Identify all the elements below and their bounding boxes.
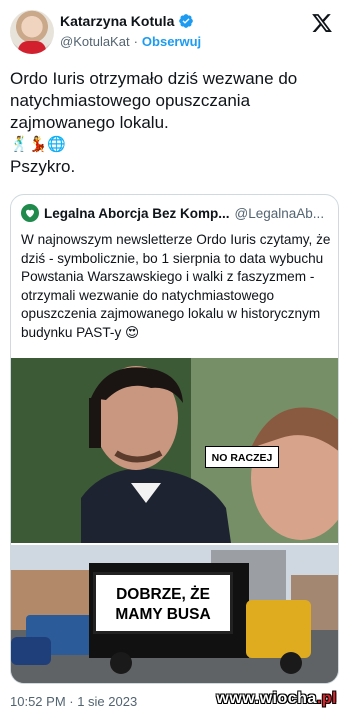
meme-image[interactable]: NO RACZEJ DOBRZE, ŻE MAMY BUSA: [11, 358, 338, 683]
meme-panel-top: NO RACZEJ: [11, 358, 338, 543]
author-handle-row: @KotulaKat · Obserwuj: [60, 34, 201, 49]
x-logo-icon[interactable]: [311, 12, 333, 34]
heart-icon: [26, 209, 34, 218]
meme-label-bottom-line1: DOBRZE, ŻE: [116, 586, 210, 603]
author-name[interactable]: Katarzyna Kotula: [60, 13, 174, 29]
author-avatar[interactable]: [10, 10, 54, 54]
meme-scene-top: [11, 358, 338, 543]
tweet-emojis: 🕺💃🌐: [10, 136, 67, 153]
verified-badge-icon: [179, 14, 194, 28]
quoted-author-name: Legalna Aborcja Bez Komp...: [44, 205, 230, 221]
meme-panel-bottom: DOBRZE, ŻE MAMY BUSA: [11, 545, 338, 683]
tweet-text-line: Ordo Iuris otrzymało dziś wezwane do nat…: [10, 69, 298, 132]
meme-label-bottom-line2: MAMY BUSA: [115, 606, 211, 623]
tweet-timestamp[interactable]: 10:52 PM · 1 sie 2023: [10, 694, 137, 709]
tweet-text-line: Pszykro.: [10, 157, 76, 176]
follow-button[interactable]: Obserwuj: [142, 34, 201, 49]
site-watermark: www.wiocha.pl: [216, 690, 337, 708]
author-handle[interactable]: @KotulaKat: [60, 34, 130, 49]
quoted-header: Legalna Aborcja Bez Komp... @LegalnaAb..…: [21, 204, 331, 222]
author-name-row: Katarzyna Kotula: [60, 13, 194, 29]
meme-label-bottom: DOBRZE, ŻE MAMY BUSA: [93, 572, 233, 634]
tweet-body: Ordo Iuris otrzymało dziś wezwane do nat…: [10, 68, 335, 178]
quoted-tweet[interactable]: Legalna Aborcja Bez Komp... @LegalnaAb..…: [10, 194, 339, 684]
separator-dot: ·: [133, 34, 138, 49]
quoted-author-handle: @LegalnaAb...: [234, 205, 325, 221]
tweet-header: Katarzyna Kotula @KotulaKat · Obserwuj: [10, 10, 335, 58]
meme-label-top: NO RACZEJ: [205, 446, 279, 468]
quoted-avatar: [21, 204, 39, 222]
watermark-tld: .pl: [316, 690, 337, 707]
quoted-text: W najnowszym newsletterze Ordo Iuris czy…: [21, 232, 331, 340]
watermark-main: www.wiocha: [216, 690, 317, 707]
